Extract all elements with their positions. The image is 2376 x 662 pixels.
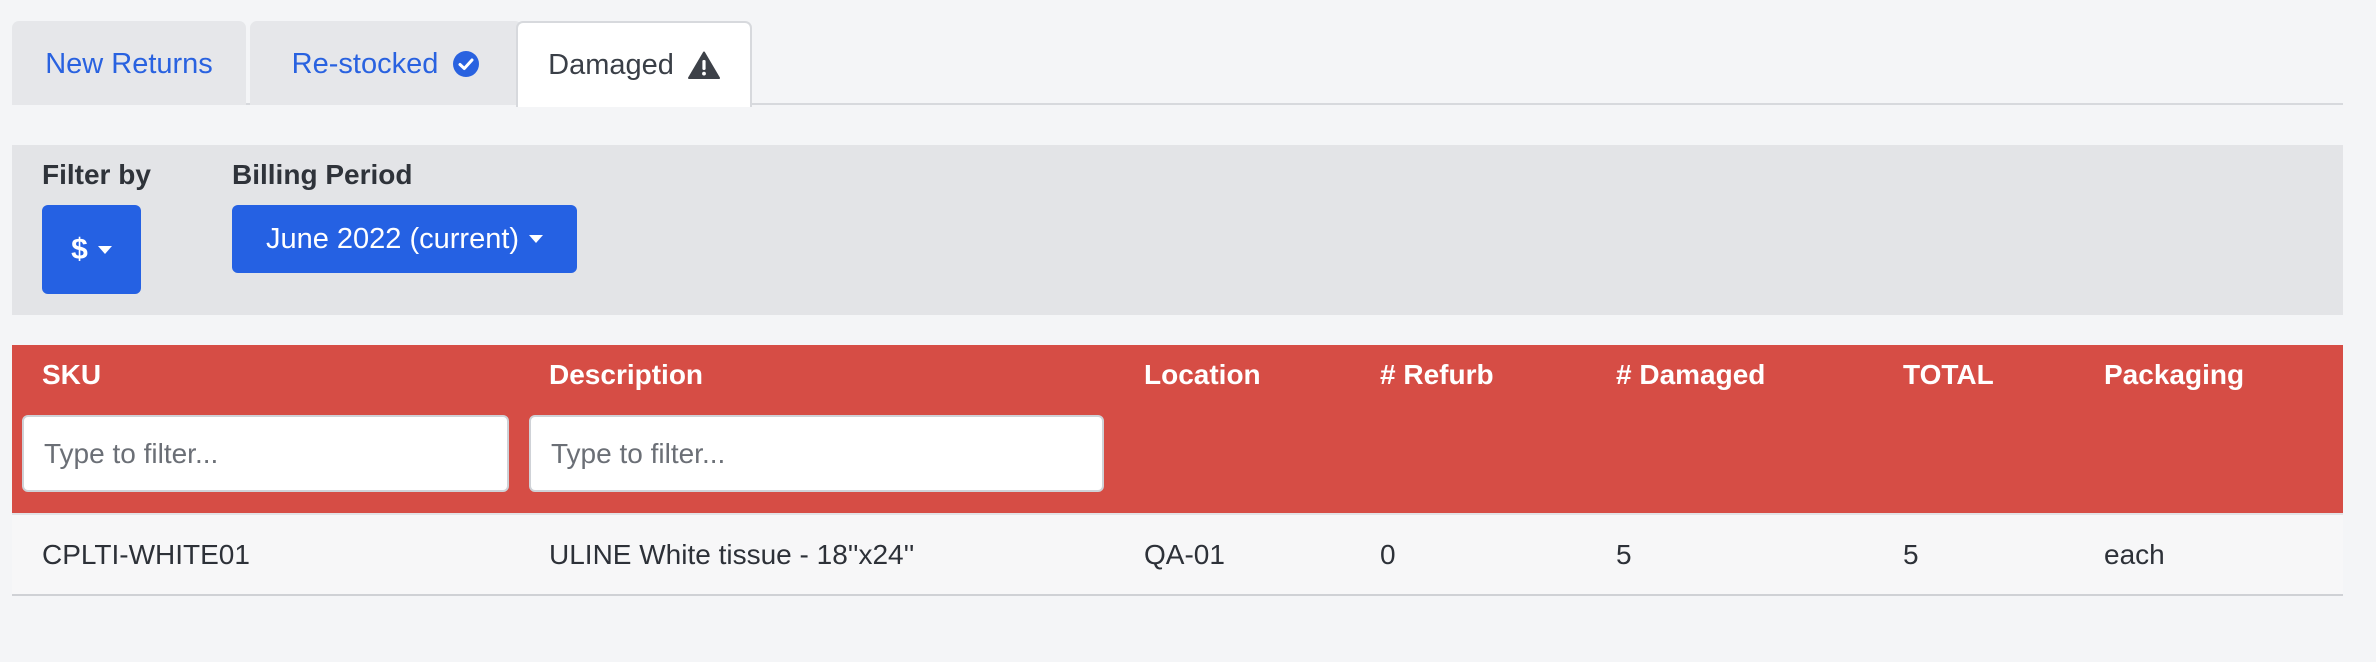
description-filter-input[interactable] xyxy=(529,415,1104,492)
cell-refurb: 0 xyxy=(1380,539,1396,570)
cell-description: ULINE White tissue - 18''x24'' xyxy=(549,539,915,570)
table-row[interactable]: CPLTI-WHITE01 ULINE White tissue - 18''x… xyxy=(12,513,2343,596)
cell-location: QA-01 xyxy=(1144,539,1225,570)
warning-triangle-icon xyxy=(687,51,720,79)
sku-filter-input[interactable] xyxy=(22,415,509,492)
billing-period-dropdown[interactable]: June 2022 (current) xyxy=(232,205,577,273)
currency-button-label: $ xyxy=(71,232,88,266)
chevron-down-icon xyxy=(97,245,112,254)
column-header-damaged[interactable]: # Damaged xyxy=(1616,359,1765,391)
tab-new-returns[interactable]: New Returns xyxy=(12,21,246,105)
cell-total: 5 xyxy=(1903,539,1919,570)
cell-sku: CPLTI-WHITE01 xyxy=(42,539,250,570)
cell-packaging: each xyxy=(2104,539,2165,570)
filter-panel: Filter by $ Billing Period June 2022 (cu… xyxy=(12,145,2343,315)
table-header: SKU Description Location # Refurb # Dama… xyxy=(12,345,2343,513)
column-header-description[interactable]: Description xyxy=(549,359,703,391)
tab-label: Re-stocked xyxy=(291,47,439,80)
column-header-total[interactable]: TOTAL xyxy=(1903,359,1994,391)
tab-label: New Returns xyxy=(45,47,213,80)
chevron-down-icon xyxy=(529,235,544,243)
tab-label: Damaged xyxy=(548,48,674,81)
tab-bar: New Returns Re-stocked Damaged xyxy=(12,21,2343,107)
billing-period-value: June 2022 (current) xyxy=(265,222,520,255)
billing-period-label: Billing Period xyxy=(232,159,413,190)
tab-re-stocked[interactable]: Re-stocked xyxy=(250,21,522,105)
tab-damaged[interactable]: Damaged xyxy=(516,21,752,107)
column-header-packaging[interactable]: Packaging xyxy=(2104,359,2244,391)
filter-by-label: Filter by xyxy=(42,159,151,190)
currency-filter-button[interactable]: $ xyxy=(42,205,141,294)
page: New Returns Re-stocked Damaged Filter by… xyxy=(0,0,2376,662)
column-header-location[interactable]: Location xyxy=(1144,359,1261,391)
check-circle-icon xyxy=(452,50,480,78)
column-header-sku[interactable]: SKU xyxy=(42,359,101,391)
column-header-refurb[interactable]: # Refurb xyxy=(1380,359,1494,391)
cell-damaged: 5 xyxy=(1616,539,1632,570)
